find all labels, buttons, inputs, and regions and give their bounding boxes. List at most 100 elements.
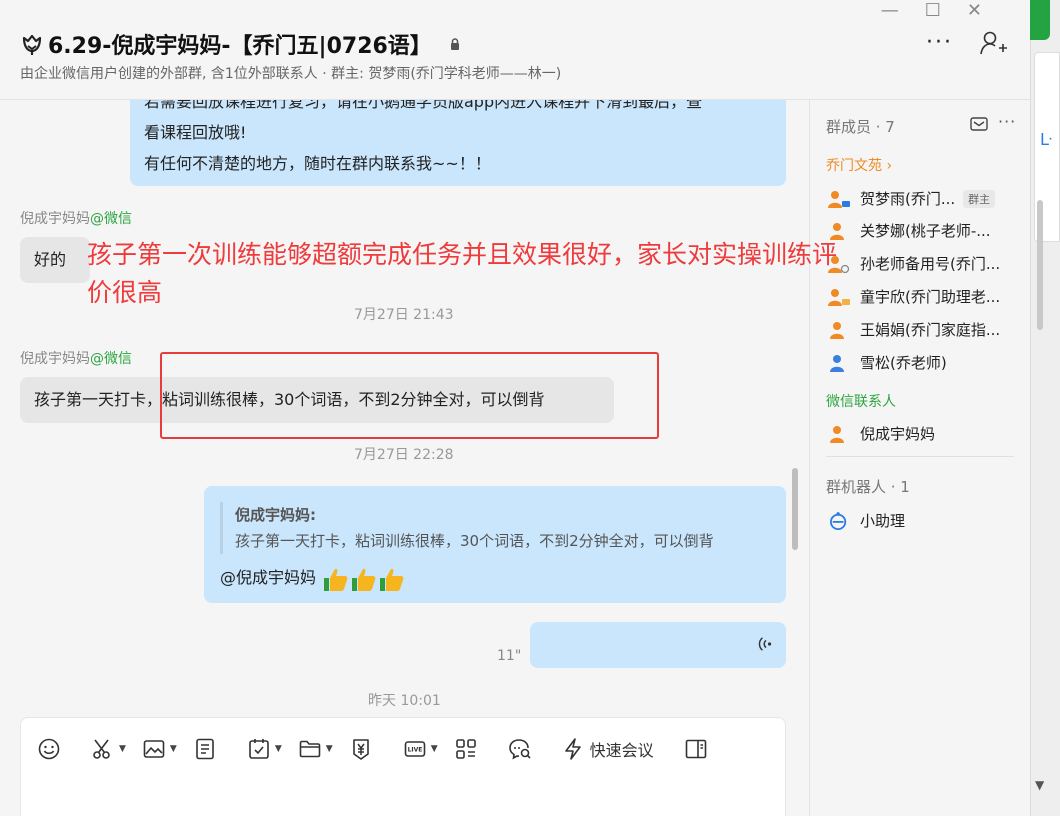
- message-bubble-own[interactable]: 若需要回放课程进行复习，请在小鹅通学员版app内进入课程并下滑到最后，查 看课程…: [130, 100, 786, 186]
- calendar-check-icon: [249, 739, 269, 759]
- composer-toolbar: ▼ ▼ ▼ ▼ LIVE ▼ 快速会议: [37, 736, 708, 762]
- sidebar-panel-icon: [685, 739, 706, 759]
- member-item[interactable]: 关梦娜(桃子老师-...: [828, 220, 1023, 241]
- minimize-icon[interactable]: —: [881, 0, 899, 21]
- image-icon: [143, 740, 165, 758]
- chevron-down-icon[interactable]: ▼: [275, 744, 282, 754]
- message-bubble[interactable]: 好的: [20, 237, 90, 283]
- member-name: 贺梦雨(乔门...: [860, 190, 956, 208]
- member-name: 孙老师备用号(乔门...: [860, 255, 1001, 273]
- robot-item[interactable]: 小助理: [828, 510, 1023, 531]
- message-composer[interactable]: ▼ ▼ ▼ ▼ LIVE ▼ 快速会议: [20, 717, 786, 816]
- thumbs-up-icon: [380, 568, 404, 591]
- panel-more-button[interactable]: ···: [998, 112, 1016, 131]
- more-options-button[interactable]: ···: [926, 30, 953, 55]
- group-subtitle: 由企业微信用户创建的外部群, 含1位外部联系人 · 群主: 贺梦雨(乔门学科老师…: [20, 66, 562, 82]
- emoji-button[interactable]: [37, 736, 61, 762]
- owner-badge: 群主: [963, 189, 996, 208]
- chevron-down-icon[interactable]: ▼: [170, 744, 177, 754]
- divider: [826, 456, 1014, 457]
- member-name: 王娟娟(乔门家庭指...: [860, 321, 1001, 339]
- chevron-down-icon[interactable]: ▼: [431, 744, 438, 754]
- live-icon: LIVE: [404, 741, 425, 757]
- thumbs-up-icon: [352, 568, 376, 591]
- group-flower-icon: [22, 34, 42, 55]
- chat-area: 若需要回放课程进行复习，请在小鹅通学员版app内进入课程并下滑到最后，查 看课程…: [0, 100, 808, 816]
- folder-icon: [299, 740, 321, 758]
- page-title: 6.29-倪成宇妈妈-【乔门五|0726语】: [48, 34, 432, 59]
- message-sender[interactable]: 倪成宇妈妈@微信: [20, 208, 132, 228]
- folder-button[interactable]: ▼: [298, 736, 343, 762]
- chevron-down-icon[interactable]: ▼: [326, 744, 333, 754]
- chevron-down-icon[interactable]: ▼: [119, 744, 126, 754]
- chat-search-icon: [508, 739, 531, 760]
- payment-button[interactable]: [349, 736, 373, 762]
- scissors-icon: [93, 739, 110, 759]
- document-button[interactable]: [193, 736, 217, 762]
- voice-duration: 11": [497, 648, 522, 664]
- message-line: 有任何不清楚的地方，随时在群内联系我~~！！: [144, 154, 491, 173]
- quote-text: 孩子第一天打卡，粘词训练很棒，30个词语，不到2分钟全对，可以倒背: [235, 532, 714, 550]
- mail-icon[interactable]: [970, 117, 988, 131]
- voice-message-bubble[interactable]: [530, 622, 786, 668]
- message-sender[interactable]: 倪成宇妈妈@微信: [20, 348, 132, 368]
- add-member-icon[interactable]: [978, 30, 1008, 56]
- maximize-icon[interactable]: ☐: [925, 0, 941, 21]
- person-icon: [830, 321, 844, 339]
- quick-meeting-button[interactable]: 快速会议: [562, 737, 654, 761]
- apps-grid-icon: [455, 739, 476, 759]
- group-members-panel: 群成员 · 7 ··· 乔门文苑 › 贺梦雨(乔门... 群主 关梦娜(桃子老师…: [809, 100, 1030, 816]
- side-tab-glyph: ᒷ: [1040, 130, 1053, 149]
- quote-sender: 倪成宇妈妈:: [235, 506, 316, 524]
- message-line: 若需要回放课程进行复习，请在小鹅通学员版app内进入课程并下滑到最后，查: [144, 100, 703, 111]
- svg-text:LIVE: LIVE: [407, 747, 422, 754]
- chat-scrollbar[interactable]: [792, 468, 798, 550]
- window-controls: — ☐ ✕: [881, 0, 982, 21]
- timestamp: 昨天 10:01: [368, 693, 441, 709]
- thumbs-up-icon: [324, 568, 348, 591]
- mention-text: @倪成宇妈妈: [220, 568, 317, 587]
- member-name: 倪成宇妈妈: [860, 425, 936, 443]
- yuan-icon: [352, 739, 369, 760]
- section-company[interactable]: 乔门文苑 ›: [826, 155, 892, 175]
- member-item[interactable]: 贺梦雨(乔门... 群主: [828, 188, 1023, 209]
- member-item[interactable]: 孙老师备用号(乔门...: [828, 253, 1023, 274]
- annotation-text: 孩子第一次训练能够超额完成任务并且效果很好，家长对实操训练评价很高: [87, 240, 838, 307]
- person-icon: [828, 190, 850, 208]
- chat-header: 6.29-倪成宇妈妈-【乔门五|0726语】 由企业微信用户创建的外部群, 含1…: [0, 0, 1030, 100]
- member-name: 童宇欣(乔门助理老...: [860, 288, 1001, 306]
- member-item[interactable]: 王娟娟(乔门家庭指...: [828, 319, 1023, 340]
- chevron-right-icon: ›: [882, 158, 893, 174]
- schedule-button[interactable]: ▼: [247, 736, 292, 762]
- chat-search-button[interactable]: [508, 736, 532, 762]
- toggle-sidebar-button[interactable]: [684, 736, 708, 762]
- reply-line: @倪成宇妈妈: [220, 562, 786, 593]
- person-icon: [830, 425, 844, 443]
- member-name: 关梦娜(桃子老师-...: [860, 222, 991, 240]
- voice-wave-icon: [758, 637, 772, 651]
- section-wechat: 微信联系人: [826, 394, 896, 410]
- message-bubble-own-reply[interactable]: 倪成宇妈妈: 孩子第一天打卡，粘词训练很棒，30个词语，不到2分钟全对，可以倒背…: [204, 486, 786, 603]
- quick-meeting-label: 快速会议: [589, 741, 654, 760]
- highlight-box: [160, 352, 659, 439]
- side-scrollbar[interactable]: [1037, 200, 1043, 330]
- member-item[interactable]: 倪成宇妈妈: [828, 423, 1023, 444]
- message-line: 看课程回放哦!: [144, 123, 247, 142]
- apps-button[interactable]: [454, 736, 478, 762]
- member-item[interactable]: 雪松(乔老师): [828, 352, 1023, 373]
- live-button[interactable]: LIVE ▼: [403, 736, 448, 762]
- timestamp: 7月27日 22:28: [354, 447, 454, 463]
- green-tab: [1030, 0, 1050, 40]
- screenshot-button[interactable]: ▼: [91, 736, 136, 762]
- document-icon: [196, 738, 214, 760]
- close-icon[interactable]: ✕: [967, 0, 982, 21]
- member-item[interactable]: 童宇欣(乔门助理老...: [828, 286, 1023, 307]
- quoted-message[interactable]: 倪成宇妈妈: 孩子第一天打卡，粘词训练很棒，30个词语，不到2分钟全对，可以倒背: [220, 502, 786, 554]
- image-button[interactable]: ▼: [142, 736, 187, 762]
- lock-icon: [450, 38, 459, 50]
- lightning-icon: [564, 738, 581, 760]
- robot-icon: [830, 511, 847, 530]
- emoji-icon: [38, 738, 60, 760]
- person-icon: [830, 354, 844, 372]
- scroll-down-arrow-icon[interactable]: ▼: [1035, 778, 1044, 792]
